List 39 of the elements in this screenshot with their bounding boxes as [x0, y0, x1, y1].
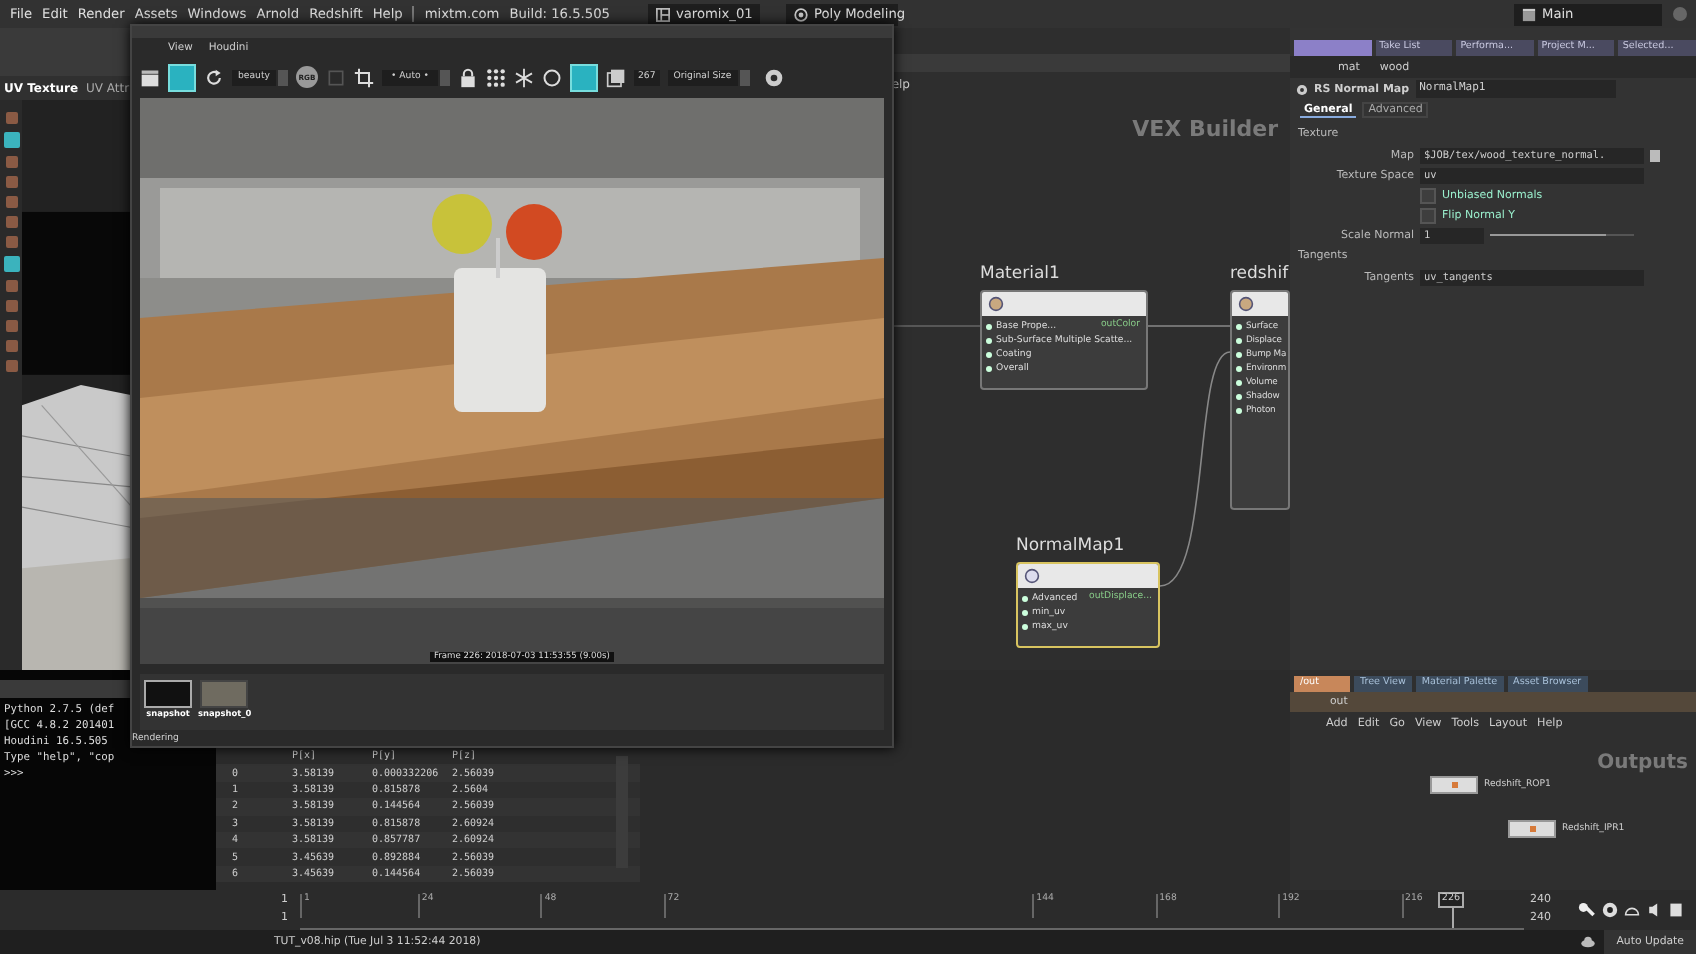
snowflake-icon[interactable]: [514, 67, 534, 88]
settings-icon[interactable]: [763, 67, 784, 88]
crop-icon[interactable]: [354, 67, 374, 88]
checkbox[interactable]: [1420, 187, 1436, 203]
file-browse-icon[interactable]: [1650, 149, 1660, 161]
render-node[interactable]: [1508, 820, 1556, 838]
node-title: Material1: [980, 264, 1060, 284]
settings-icon[interactable]: [1296, 83, 1308, 95]
layout-icon: [655, 7, 670, 21]
audio-icon[interactable]: [1646, 902, 1662, 918]
node-title: NormalMap1: [1016, 536, 1125, 556]
grid-icon[interactable]: [326, 67, 346, 88]
gear-icon[interactable]: [1602, 902, 1618, 918]
key-icon[interactable]: [1578, 901, 1596, 919]
node-icon: [988, 296, 1004, 312]
context-label: Outputs: [1597, 752, 1688, 774]
render-node[interactable]: [1430, 776, 1478, 794]
wire: [1147, 325, 1231, 327]
node-icon: [1238, 296, 1254, 312]
dome-icon[interactable]: [1624, 902, 1640, 918]
checkbox[interactable]: [1420, 207, 1436, 223]
node-icon: [1024, 568, 1040, 584]
render-button[interactable]: [168, 63, 196, 92]
target-icon: [793, 7, 808, 21]
circle-icon[interactable]: [542, 67, 562, 88]
refresh-icon[interactable]: [204, 67, 224, 88]
snapshot-thumbnail[interactable]: [200, 679, 249, 707]
clapper-icon[interactable]: [140, 67, 160, 88]
snapshot-thumbnail[interactable]: [144, 679, 192, 707]
dots-grid-icon[interactable]: [486, 67, 506, 88]
clapper-icon: [1522, 7, 1536, 21]
add-layer-icon[interactable]: [606, 67, 626, 88]
context-label: VEX Builder: [1132, 116, 1278, 142]
cloud-icon: [1580, 936, 1597, 948]
document-icon[interactable]: [1668, 902, 1684, 918]
node-title: redshif: [1230, 264, 1289, 284]
region-button[interactable]: [570, 63, 598, 92]
scrollbar[interactable]: [616, 756, 628, 868]
lock-icon[interactable]: [458, 67, 478, 88]
